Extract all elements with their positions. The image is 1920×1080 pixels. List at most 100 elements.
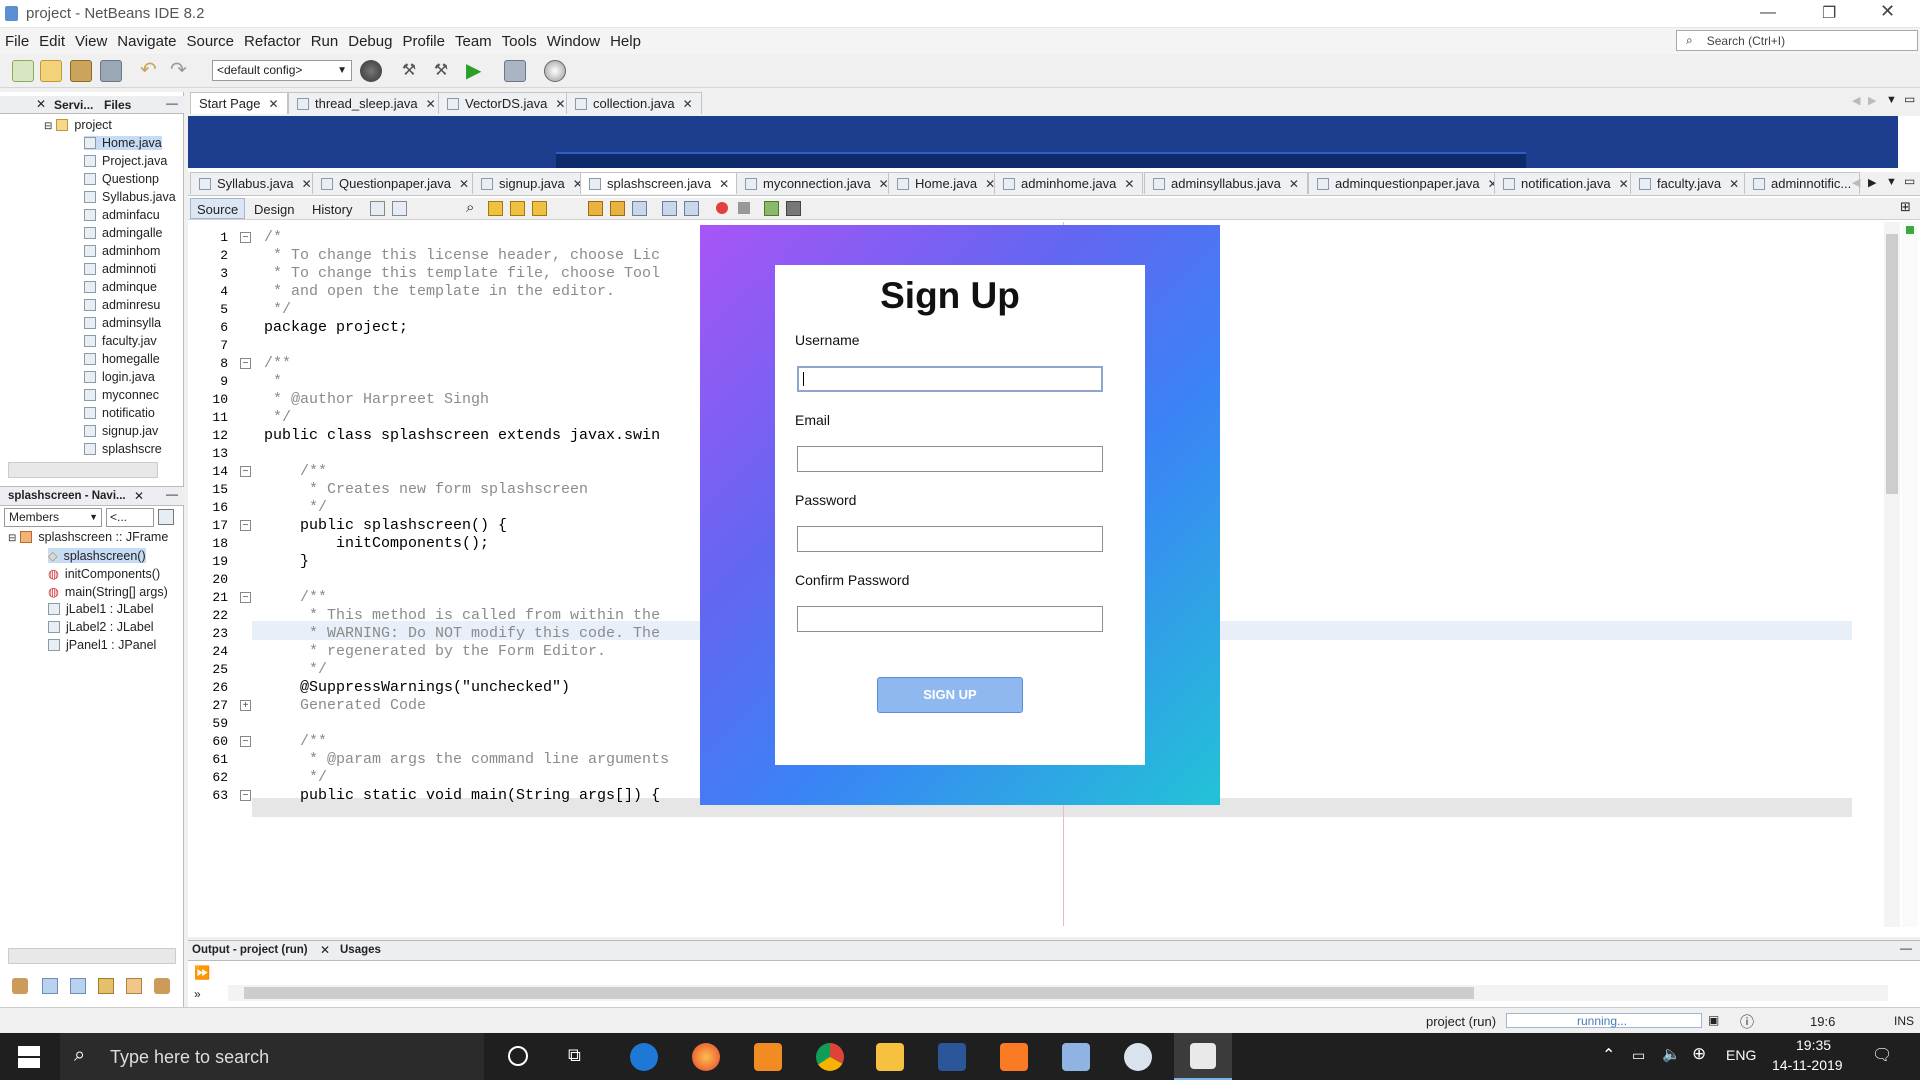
menu-help[interactable]: Help bbox=[605, 33, 646, 50]
menu-edit[interactable]: Edit bbox=[34, 33, 70, 50]
chrome-icon[interactable] bbox=[816, 1043, 844, 1071]
projects-hscrollbar[interactable] bbox=[8, 462, 158, 478]
password-field[interactable] bbox=[797, 526, 1103, 552]
code-line[interactable]: * WARNING: Do NOT modify this code. The bbox=[264, 625, 660, 642]
bookmark-next-icon[interactable] bbox=[610, 201, 625, 216]
scroll-left-icon[interactable]: ◀ bbox=[1852, 176, 1860, 189]
code-line[interactable]: */ bbox=[264, 769, 327, 786]
file-item[interactable]: adminhom bbox=[84, 244, 160, 258]
file-explorer-icon[interactable] bbox=[876, 1043, 904, 1071]
code-line[interactable]: */ bbox=[264, 409, 291, 426]
code-line[interactable]: * and open the template in the editor. bbox=[264, 283, 615, 300]
code-line[interactable]: /** bbox=[264, 733, 327, 750]
collapse-fold-icon[interactable]: − bbox=[240, 736, 251, 747]
code-line[interactable]: * @param args the command line arguments bbox=[264, 751, 669, 768]
navigator-member[interactable]: ◇ splashscreen() bbox=[48, 548, 146, 563]
tab-questionpaper[interactable]: Questionpaper.java ✕ bbox=[312, 172, 479, 194]
panel-icon[interactable] bbox=[42, 978, 58, 994]
progress-bar[interactable]: running... bbox=[1506, 1013, 1702, 1028]
restore-icon[interactable]: ❐ bbox=[1822, 3, 1836, 23]
navigator-root[interactable]: ⊟ splashscreen :: JFrame bbox=[8, 530, 168, 544]
menu-view[interactable]: View bbox=[70, 33, 112, 50]
menu-profile[interactable]: Profile bbox=[397, 33, 450, 50]
stop-macro-icon[interactable] bbox=[738, 202, 750, 214]
java-app-active[interactable] bbox=[1174, 1033, 1232, 1080]
menu-tools[interactable]: Tools bbox=[497, 33, 542, 50]
notification-center-icon[interactable]: 🗨 bbox=[1872, 1045, 1892, 1065]
code-line[interactable]: */ bbox=[264, 661, 327, 678]
bookmark-toggle-icon[interactable] bbox=[632, 201, 647, 216]
scroll-right-icon[interactable]: ▶ bbox=[1868, 176, 1876, 189]
navigator-member[interactable]: jLabel2 : JLabel bbox=[48, 620, 154, 634]
globe-icon[interactable] bbox=[360, 60, 382, 82]
file-item[interactable]: admingalle bbox=[84, 226, 162, 240]
chevron-down-icon[interactable]: ▼ bbox=[1886, 176, 1897, 188]
code-line[interactable]: * bbox=[264, 373, 282, 390]
email-field[interactable] bbox=[797, 446, 1103, 472]
debug-icon[interactable] bbox=[504, 60, 526, 82]
chevron-down-icon[interactable]: ▼ bbox=[1886, 94, 1897, 106]
code-line[interactable]: */ bbox=[264, 499, 327, 516]
tab-syllabus[interactable]: Syllabus.java ✕ bbox=[190, 172, 321, 194]
collapse-fold-icon[interactable]: − bbox=[240, 466, 251, 477]
build-hammer-icon[interactable]: ⚒ bbox=[398, 60, 420, 82]
file-item[interactable]: adminresu bbox=[84, 298, 160, 312]
menu-source[interactable]: Source bbox=[181, 33, 239, 50]
navigator-filter2-select[interactable]: <... bbox=[106, 508, 154, 527]
clean-build-icon[interactable]: ⚒ bbox=[430, 60, 452, 82]
minimize-panel-icon[interactable]: — bbox=[166, 96, 178, 110]
undo-icon[interactable]: ↶ bbox=[140, 60, 162, 82]
clock-time[interactable]: 19:35 bbox=[1796, 1037, 1831, 1053]
tab-output[interactable]: Output - project (run) bbox=[192, 944, 308, 956]
close-icon[interactable]: ✕ bbox=[719, 177, 729, 191]
paint-icon[interactable] bbox=[1124, 1043, 1152, 1071]
close-icon[interactable]: ✕ bbox=[1619, 177, 1629, 191]
view-design[interactable]: Design bbox=[254, 202, 294, 217]
code-line[interactable]: public class splashscreen extends javax.… bbox=[264, 427, 660, 444]
profile-icon[interactable] bbox=[544, 60, 566, 82]
close-icon[interactable]: ✕ bbox=[459, 177, 469, 191]
view-history[interactable]: History bbox=[312, 202, 352, 217]
run-icon[interactable]: ▶ bbox=[466, 60, 488, 82]
navigator-options-icon[interactable] bbox=[158, 509, 174, 525]
tab-faculty[interactable]: faculty.java ✕ bbox=[1630, 172, 1749, 194]
redo-icon[interactable]: ↷ bbox=[170, 60, 192, 82]
code-line[interactable]: * To change this template file, choose T… bbox=[264, 265, 660, 282]
signup-button[interactable]: SIGN UP bbox=[877, 677, 1023, 713]
collapse-fold-icon[interactable]: − bbox=[240, 358, 251, 369]
tab-signup[interactable]: signup.java ✕ bbox=[472, 172, 592, 194]
new-project-icon[interactable] bbox=[40, 60, 62, 82]
expand-fold-icon[interactable]: + bbox=[240, 700, 251, 711]
code-line[interactable]: Generated Code bbox=[264, 697, 426, 714]
menu-run[interactable]: Run bbox=[306, 33, 344, 50]
chevron-up-icon[interactable]: ⌃ bbox=[1602, 1045, 1615, 1065]
notifications-icon[interactable]: ⓘ bbox=[1740, 1012, 1754, 1032]
shape-icon[interactable] bbox=[126, 978, 142, 994]
file-item[interactable]: homegalle bbox=[84, 352, 160, 366]
close-icon[interactable]: ✕ bbox=[268, 97, 278, 111]
close-icon[interactable]: ✕ bbox=[302, 177, 312, 191]
collapse-fold-icon[interactable]: − bbox=[240, 592, 251, 603]
maximize-icon[interactable]: ▭ bbox=[1904, 174, 1915, 188]
tab-thread-sleep[interactable]: thread_sleep.java ✕ bbox=[288, 92, 445, 114]
tree-root-project[interactable]: ⊟ project bbox=[44, 118, 112, 132]
menu-refactor[interactable]: Refactor bbox=[239, 33, 306, 50]
menu-debug[interactable]: Debug bbox=[343, 33, 397, 50]
navigator-member[interactable]: ◍ main(String[] args) bbox=[48, 584, 168, 599]
menu-window[interactable]: Window bbox=[542, 33, 605, 50]
code-line[interactable]: package project; bbox=[264, 319, 408, 336]
taskbar-search[interactable]: ⌕ Type here to search bbox=[60, 1033, 484, 1080]
code-line[interactable]: * To change this license header, choose … bbox=[264, 247, 660, 264]
maximize-icon[interactable]: ▭ bbox=[1904, 92, 1915, 106]
navigator-member[interactable]: jPanel1 : JPanel bbox=[48, 638, 156, 652]
toggle-highlight-icon[interactable] bbox=[532, 201, 547, 216]
close-icon[interactable]: ✕ bbox=[426, 97, 436, 111]
code-line[interactable]: @SuppressWarnings("unchecked") bbox=[264, 679, 570, 696]
rerun-icon[interactable]: ⏩ bbox=[194, 965, 210, 981]
search-box[interactable]: ⌕ Search (Ctrl+I) bbox=[1676, 30, 1918, 51]
back-icon[interactable] bbox=[370, 201, 385, 216]
file-item[interactable]: faculty.jav bbox=[84, 334, 157, 348]
navigator-filter-select[interactable]: Members ▼ bbox=[4, 508, 102, 527]
code-line[interactable]: initComponents(); bbox=[264, 535, 489, 552]
close-icon[interactable]: ✕ bbox=[1880, 1, 1895, 22]
